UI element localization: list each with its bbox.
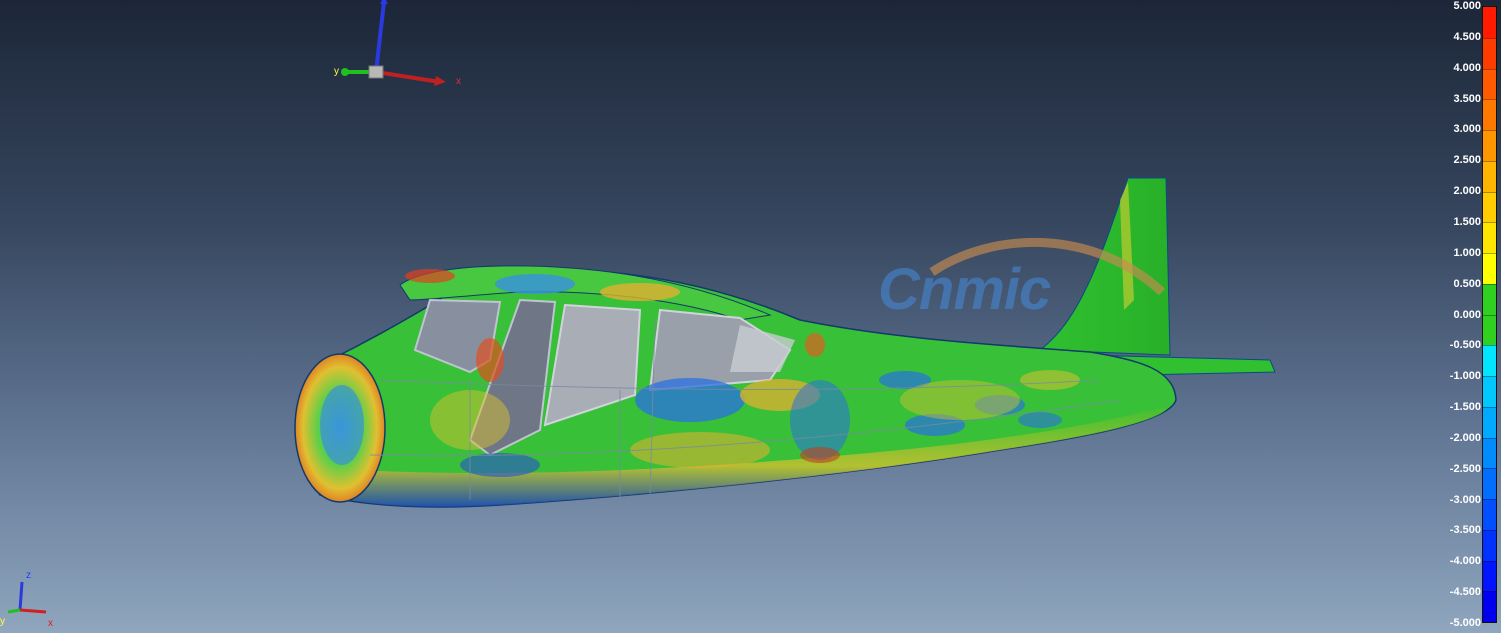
legend-tick-label: 5.000 xyxy=(1453,0,1481,12)
roof-deviation-blue xyxy=(495,274,575,294)
legend-tick-label: -1.000 xyxy=(1449,370,1481,383)
legend-band-separator xyxy=(1483,345,1496,347)
legend-color-band xyxy=(1483,560,1496,592)
legend-color-band xyxy=(1483,37,1496,69)
deviation-blob-blue-6 xyxy=(1018,412,1062,428)
legend-color-band xyxy=(1483,99,1496,131)
legend-color-band xyxy=(1483,591,1496,623)
legend-color-band xyxy=(1483,160,1496,192)
legend-band-separator xyxy=(1483,283,1496,285)
legend-tick-label: -2.500 xyxy=(1449,462,1481,475)
tail-fin xyxy=(1038,177,1171,356)
3d-viewport[interactable]: x y z x y Cnmic 5.000 4.500 4.000 3.500 … xyxy=(0,0,1501,633)
legend-band-separator xyxy=(1483,160,1496,162)
color-scale-bar xyxy=(1482,6,1497,623)
deviation-blob-blue-7 xyxy=(460,453,540,477)
legend-band-separator xyxy=(1483,191,1496,193)
corner-y-axis-label: y xyxy=(0,616,5,627)
legend-tick-label: -4.000 xyxy=(1449,555,1481,568)
legend-tick-label: -3.500 xyxy=(1449,524,1481,537)
deviation-blob-yellow-3 xyxy=(1020,370,1080,390)
legend-band-separator xyxy=(1483,437,1496,439)
legend-tick-label: -1.500 xyxy=(1449,401,1481,414)
legend-tick-label: 2.000 xyxy=(1453,185,1481,198)
legend-tick-label: -2.000 xyxy=(1449,431,1481,444)
legend-color-band xyxy=(1483,130,1496,161)
legend-tick-label: 3.500 xyxy=(1453,92,1481,105)
deviation-blob-red-1 xyxy=(800,447,840,463)
corner-y-axis-line xyxy=(7,608,21,614)
legend-tick-label: 3.000 xyxy=(1453,123,1481,136)
legend-band-separator xyxy=(1483,68,1496,70)
legend-tick-label: -4.500 xyxy=(1449,586,1481,599)
legend-tick-label: 4.500 xyxy=(1453,30,1481,43)
legend-color-band xyxy=(1483,191,1496,223)
legend-color-band xyxy=(1483,499,1496,530)
legend-band-separator xyxy=(1483,376,1496,377)
model-scene[interactable]: x y z x y xyxy=(0,0,1440,633)
z-axis-line xyxy=(374,1,386,73)
legend-tick-label: -0.500 xyxy=(1449,339,1481,352)
legend-band-separator xyxy=(1483,406,1496,408)
legend-color-band xyxy=(1483,345,1496,377)
legend-band-separator xyxy=(1483,468,1496,470)
legend-tick-label: -3.000 xyxy=(1449,493,1481,506)
legend-color-band xyxy=(1483,68,1496,100)
legend-band-separator xyxy=(1483,99,1496,101)
triad-origin xyxy=(368,65,384,79)
legend-tick-label: -5.000 xyxy=(1449,617,1481,629)
legend-band-separator xyxy=(1483,591,1496,593)
legend-color-band xyxy=(1483,376,1496,407)
nose-deviation-center xyxy=(320,385,364,465)
x-axis-line xyxy=(375,70,441,84)
y-axis-arrow xyxy=(341,68,349,76)
legend-tick-label: 1.500 xyxy=(1453,215,1481,228)
deviation-blob-blue-1 xyxy=(635,378,745,422)
airplane-deviation-model[interactable] xyxy=(294,177,1276,508)
legend-band-separator xyxy=(1483,529,1496,531)
legend-band-separator xyxy=(1483,560,1496,562)
legend-color-band xyxy=(1483,222,1496,254)
z-axis-arrow xyxy=(380,0,388,4)
legend-band-separator xyxy=(1483,130,1496,131)
legend-tick-label: 0.500 xyxy=(1453,277,1481,290)
legend-band-separator xyxy=(1483,253,1496,254)
legend-tick-label: 4.000 xyxy=(1453,61,1481,74)
legend-color-band xyxy=(1483,529,1496,561)
legend-tick-label: 0.000 xyxy=(1453,308,1481,321)
corner-x-axis-line xyxy=(19,608,47,614)
legend-band-separator xyxy=(1483,499,1496,500)
y-axis-label: y xyxy=(334,66,339,77)
orientation-triad-corner: z x y xyxy=(0,570,53,629)
roof-deviation-red xyxy=(405,269,455,283)
deviation-blob-red-3 xyxy=(805,333,825,357)
x-axis-arrow xyxy=(434,76,446,86)
legend-color-band xyxy=(1483,253,1496,284)
orientation-triad-top: x y xyxy=(334,0,461,87)
legend-color-band xyxy=(1483,437,1496,469)
corner-x-axis-label: x xyxy=(48,618,53,629)
legend-color-band xyxy=(1483,468,1496,500)
legend-tick-label: 1.000 xyxy=(1453,246,1481,259)
legend-band-separator xyxy=(1483,222,1496,224)
x-axis-label: x xyxy=(456,76,461,87)
deviation-blob-red-2 xyxy=(476,338,504,382)
legend-color-band xyxy=(1483,314,1496,346)
legend-color-band xyxy=(1483,7,1496,38)
corner-z-axis-label: z xyxy=(26,570,31,581)
legend-color-band xyxy=(1483,283,1496,315)
roof-deviation-yellow xyxy=(600,283,680,301)
legend-tick-label: 2.500 xyxy=(1453,154,1481,167)
legend-band-separator xyxy=(1483,37,1496,39)
legend-color-band xyxy=(1483,406,1496,438)
corner-z-axis-line xyxy=(18,581,24,611)
legend-band-separator xyxy=(1483,314,1496,316)
